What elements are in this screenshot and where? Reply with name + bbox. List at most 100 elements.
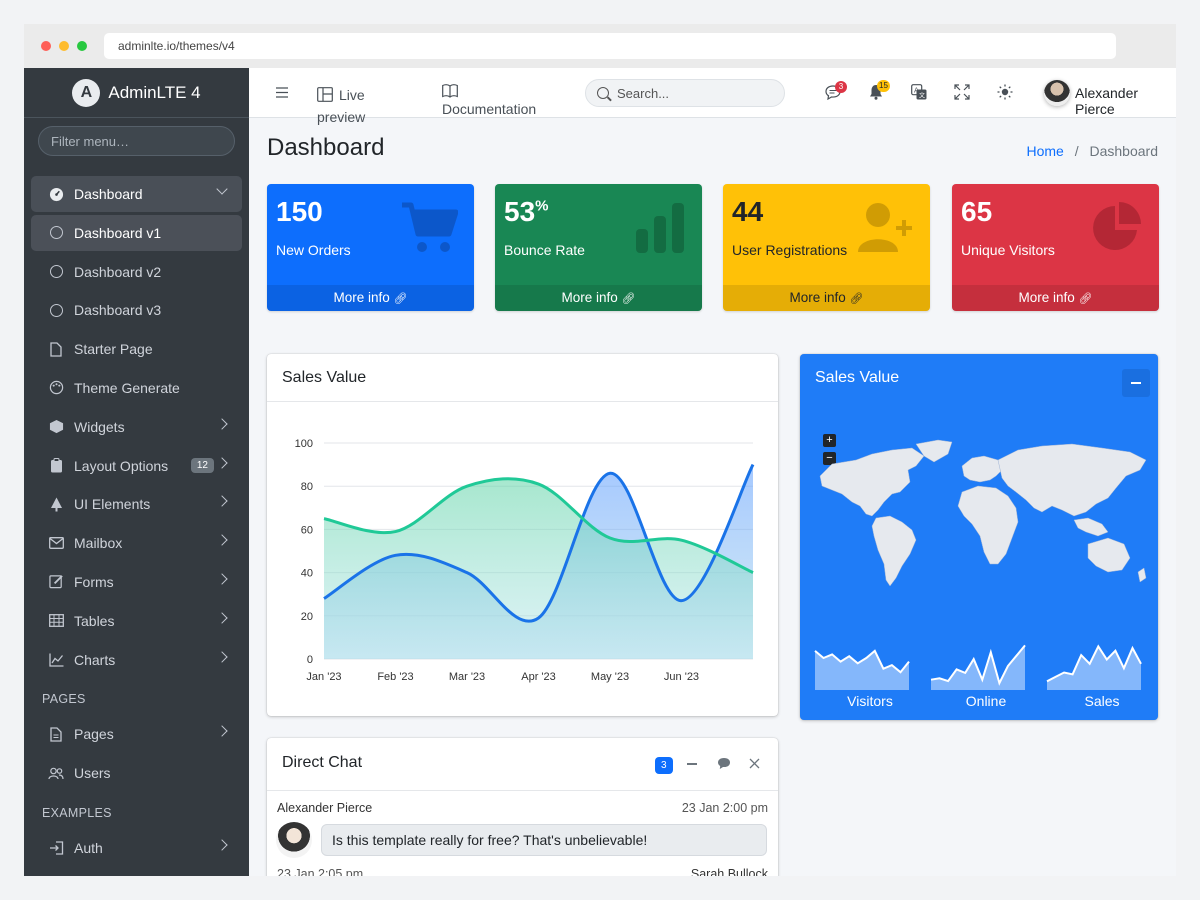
chevron-right-icon	[216, 650, 228, 663]
user-registrations-more-info-link[interactable]: More info 🔗︎	[723, 285, 930, 311]
sidebar-item-mailbox[interactable]: Mailbox	[31, 525, 242, 561]
user-avatar[interactable]	[1044, 80, 1070, 106]
top-navbar: Live preview Documentation Search... 3 1…	[249, 68, 1176, 125]
sales-area-chart: 0 20 40 60 80 100 Jan '23 Feb '23 Mar '23 Apr '23…	[295, 438, 755, 683]
sidebar-item-label: Theme Generate	[74, 379, 180, 396]
sidebar-item-auth[interactable]: Auth	[31, 830, 242, 866]
documentation-link[interactable]: Documentation	[442, 84, 552, 120]
address-bar[interactable]: adminlte.io/themes/v4	[104, 33, 1116, 59]
sidebar-item-ui-elements[interactable]: UI Elements	[31, 486, 242, 522]
envelope-icon	[48, 535, 64, 551]
layout-options-badge: 12	[190, 457, 214, 473]
layout-icon	[317, 87, 333, 102]
close-window-button[interactable]	[41, 41, 51, 51]
sidebar-header-pages: PAGES	[42, 692, 86, 707]
minimize-window-button[interactable]	[59, 41, 69, 51]
x-tick-label: Feb '23	[377, 671, 413, 683]
box-label: Unique Visitors	[961, 242, 1055, 258]
x-tick-label: Apr '23	[521, 671, 556, 683]
sidebar-item-layout-options[interactable]: Layout Options 12	[31, 448, 242, 484]
table-icon	[48, 613, 64, 629]
bar-chart-icon	[636, 203, 684, 253]
sidebar-item-charts[interactable]: Charts	[31, 642, 242, 678]
world-map[interactable]	[812, 436, 1152, 606]
sidebar-item-dashboard[interactable]: Dashboard	[31, 176, 242, 212]
user-name[interactable]: Alexander Pierce	[1075, 85, 1176, 117]
card-title: Sales Value	[815, 369, 900, 386]
chat-timestamp: 23 Jan 2:05 pm	[277, 867, 364, 876]
sidebar-item-theme-generate[interactable]: Theme Generate	[31, 370, 242, 406]
shopping-cart-icon	[402, 202, 458, 252]
unique-visitors-more-info-link[interactable]: More info 🔗︎	[952, 285, 1159, 311]
x-tick-label: Mar '23	[449, 671, 485, 683]
x-tick-label: Jan '23	[306, 671, 341, 683]
sidebar-item-starter-page[interactable]: Starter Page	[31, 331, 242, 367]
sidebar-item-tables[interactable]: Tables	[31, 603, 242, 639]
notifications-button[interactable]: 15	[869, 80, 890, 103]
theme-toggle-button[interactable]	[997, 84, 1013, 103]
breadcrumb-home-link[interactable]: Home	[1026, 143, 1063, 159]
chat-avatar	[276, 822, 312, 858]
tree-icon	[48, 496, 64, 512]
sidebar-item-label: Tables	[74, 612, 115, 629]
australia-shape	[1087, 537, 1131, 573]
sidebar-item-dashboard-v2[interactable]: Dashboard v2	[31, 254, 242, 290]
sidebar-item-label: Starter Page	[74, 341, 153, 358]
pencil-icon	[48, 574, 64, 590]
sidebar-item-pages[interactable]: Pages	[31, 716, 242, 752]
bounce-rate-more-info-link[interactable]: More info 🔗︎	[495, 285, 702, 311]
sidebar-item-dashboard-v1[interactable]: Dashboard v1	[31, 214, 242, 251]
sidebar-item-label: Widgets	[74, 418, 125, 435]
main-content: Dashboard Home / Dashboard 150 New Order…	[249, 118, 1176, 876]
y-tick-label: 60	[301, 524, 313, 536]
maximize-window-button[interactable]	[77, 41, 87, 51]
close-icon[interactable]	[749, 758, 760, 769]
file-text-icon	[48, 726, 64, 742]
chevron-right-icon	[216, 495, 228, 508]
africa-shape	[957, 485, 1019, 565]
file-icon	[48, 341, 64, 357]
book-icon	[442, 84, 458, 98]
sidebar-item-label: Dashboard v1	[74, 224, 162, 241]
sidebar-item-label: Mailbox	[74, 535, 123, 552]
collapse-button[interactable]	[1122, 369, 1150, 397]
spark-label-online: Online	[965, 693, 1007, 709]
search-input[interactable]: Search...	[585, 79, 785, 107]
y-tick-label: 0	[307, 654, 313, 666]
sidebar-item-dashboard-v3[interactable]: Dashboard v3	[31, 292, 242, 328]
link-icon: 🔗︎	[393, 293, 408, 305]
sun-icon	[997, 84, 1013, 100]
box-icon	[48, 419, 64, 435]
sidebar-item-label: Dashboard v2	[74, 263, 162, 280]
messages-button[interactable]: 3	[825, 81, 847, 103]
chat-collapse-button[interactable]	[687, 763, 697, 765]
sidebar-item-forms[interactable]: Forms	[31, 564, 242, 600]
link-icon: 🔗︎	[849, 293, 864, 305]
card-title: Direct Chat	[267, 738, 778, 791]
chevron-right-icon	[216, 534, 228, 546]
sidebar-item-label: Layout Options	[74, 457, 169, 474]
brand-link[interactable]: A AdminLTE 4	[24, 68, 249, 118]
sidebar-toggle-button[interactable]	[276, 85, 288, 101]
contacts-chat-icon[interactable]	[717, 757, 731, 770]
fullscreen-button[interactable]	[954, 84, 970, 103]
south-america-shape	[871, 515, 917, 587]
spark-label-visitors: Visitors	[847, 693, 893, 709]
direct-chat-card: Direct Chat 3 Alexander Pierce 23 Jan 2:…	[267, 738, 778, 876]
person-add-icon	[858, 203, 912, 252]
x-tick-label: May '23	[591, 671, 629, 683]
y-tick-label: 80	[301, 481, 313, 493]
sidebar-item-label: Users	[74, 765, 111, 782]
chevron-right-icon	[216, 725, 228, 738]
new-orders-more-info-link[interactable]: More info 🔗︎	[267, 285, 474, 311]
chevron-right-icon	[216, 612, 228, 624]
search-placeholder: Search...	[617, 86, 670, 101]
filter-menu-input[interactable]: Filter menu…	[38, 126, 235, 156]
chevron-right-icon	[216, 456, 228, 469]
translate-button[interactable]: A文	[911, 84, 927, 103]
sidebar-nav: Dashboard Dashboard v1 Dashboard v2 Dash…	[24, 176, 249, 869]
sidebar-item-users[interactable]: Users	[31, 755, 242, 791]
sidebar-item-widgets[interactable]: Widgets	[31, 409, 242, 445]
chat-message-bubble: Is this template really for free? That's…	[321, 824, 767, 856]
speedometer-icon	[48, 186, 64, 202]
